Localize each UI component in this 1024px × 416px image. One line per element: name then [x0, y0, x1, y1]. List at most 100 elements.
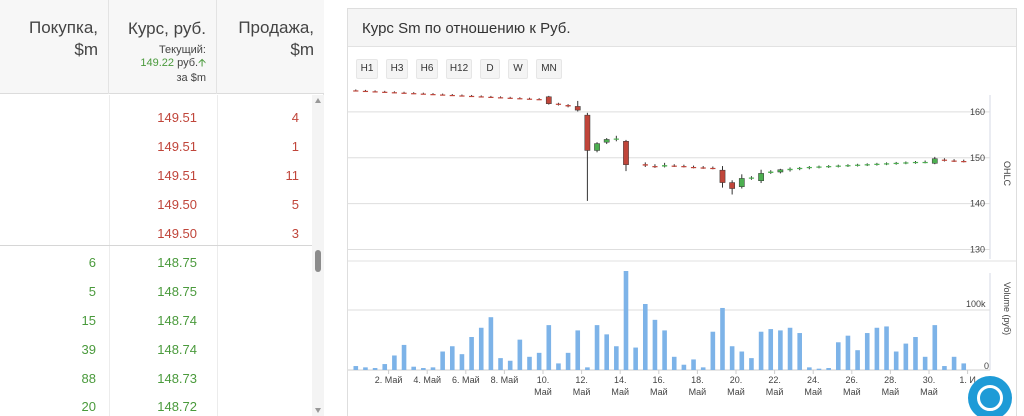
scroll-down-icon[interactable]: [315, 408, 321, 413]
candle-body: [372, 91, 378, 93]
candle-body: [478, 96, 484, 98]
candle-body: [690, 166, 697, 169]
volume-bar: [700, 367, 706, 370]
candle-body: [353, 90, 359, 92]
timeframe-button-d[interactable]: D: [480, 59, 500, 79]
sell-column-header[interactable]: Продажа, $m: [217, 0, 324, 94]
volume-bar: [633, 347, 638, 370]
volume-bar: [893, 351, 899, 370]
volume-bar: [922, 356, 928, 370]
candle-body: [459, 95, 465, 97]
candle-body: [574, 106, 581, 111]
volume-bar: [874, 327, 880, 370]
candle-body: [603, 139, 610, 143]
x-tick-label: 30.: [923, 375, 936, 385]
candle-body: [613, 138, 619, 140]
candle-body: [468, 95, 475, 98]
scrollbar-thumb[interactable]: [315, 250, 321, 272]
x-tick-label: 4. Май: [413, 375, 441, 385]
candle-body: [874, 163, 880, 165]
sell-header-line2: $m: [290, 40, 314, 59]
candle-body: [826, 166, 832, 168]
volume-bar: [710, 331, 716, 370]
bid-qty: 15: [81, 313, 96, 328]
candle-body: [787, 168, 793, 171]
candle-body: [661, 165, 668, 167]
bid-row[interactable]: 5 148.75: [0, 277, 312, 306]
bid-price: 148.75: [157, 284, 197, 299]
ask-qty: 1: [291, 139, 299, 154]
x-tick-label: 28.: [884, 375, 897, 385]
bid-row[interactable]: 15 148.74: [0, 306, 312, 335]
candle-body: [700, 167, 706, 169]
timeframe-button-h3[interactable]: H3: [386, 59, 408, 79]
ask-row[interactable]: 149.51 1: [0, 132, 312, 161]
x-tick-label: Май: [882, 387, 900, 397]
timeframe-button-w[interactable]: W: [508, 59, 528, 79]
candle-body: [941, 159, 948, 161]
column-divider: [217, 95, 218, 416]
timeframe-button-h6[interactable]: H6: [416, 59, 438, 79]
ask-qty: 4: [291, 110, 299, 125]
current-rate: 149.22 руб.🡩: [119, 57, 206, 70]
x-tick-label: Май: [534, 387, 552, 397]
candle-body: [401, 92, 407, 94]
ask-price: 149.50: [157, 226, 197, 241]
ask-row[interactable]: 149.51 4: [0, 103, 312, 132]
volume-tick-label: 0: [984, 361, 989, 371]
bid-row[interactable]: 6 148.75: [0, 248, 312, 277]
candle-body: [961, 161, 967, 163]
bid-row[interactable]: 88 148.73: [0, 364, 312, 393]
price-tick-label: 130: [970, 245, 985, 255]
volume-bar: [720, 307, 725, 370]
volume-bar: [826, 368, 831, 370]
scroll-up-icon[interactable]: [315, 98, 321, 103]
ask-row[interactable]: 149.51 11: [0, 161, 312, 190]
ask-row[interactable]: 149.50 5: [0, 190, 312, 219]
ask-row[interactable]: 149.50 3: [0, 219, 312, 248]
volume-bar: [691, 359, 696, 370]
volume-bar: [478, 327, 484, 370]
volume-bar: [421, 368, 426, 370]
order-book: Покупка, $m Курс, руб. Текущий: 149.22 р…: [0, 0, 324, 416]
ohlc-volume-chart[interactable]: 130 140 150 160 0 100k OHLC Volume (руб) 2. Май 4…: [348, 89, 1016, 416]
bid-sell-qty: [217, 277, 299, 306]
brand-logo[interactable]: [968, 376, 1012, 416]
bid-sell-qty: [217, 392, 299, 416]
candle-body: [845, 165, 851, 167]
candle-body: [903, 162, 909, 164]
timeframe-button-mn[interactable]: MN: [536, 59, 562, 79]
volume-bar: [392, 355, 397, 370]
timeframe-button-h12[interactable]: H12: [446, 59, 472, 79]
order-book-header: Покупка, $m Курс, руб. Текущий: 149.22 р…: [0, 0, 324, 94]
rate-column-header[interactable]: Курс, руб. Текущий: 149.22 руб.🡩 за $m: [109, 0, 217, 94]
candle-body: [671, 165, 677, 167]
bid-price: 148.74: [157, 342, 197, 357]
candle-body: [864, 164, 870, 166]
bid-price: 148.74: [157, 313, 197, 328]
buy-column-header[interactable]: Покупка, $m: [0, 0, 109, 94]
timeframe-button-h1[interactable]: H1: [356, 59, 378, 79]
volume-bar: [498, 358, 503, 370]
bid-row[interactable]: 39 148.74: [0, 335, 312, 364]
volume-bar: [681, 364, 687, 370]
volume-bar: [623, 271, 629, 370]
volume-bar: [942, 366, 947, 370]
arrow-up-icon: 🡩: [198, 57, 206, 69]
bid-qty: 5: [88, 284, 96, 299]
bid-qty: 39: [81, 342, 96, 357]
candle-body: [517, 98, 523, 100]
volume-bar: [488, 317, 494, 370]
rate-unit-note: за $m: [176, 72, 207, 84]
volume-bar: [749, 358, 754, 370]
x-tick-label: Май: [573, 387, 591, 397]
candle-body: [729, 182, 735, 189]
bid-row[interactable]: 20 148.72: [0, 392, 312, 416]
candle-body: [652, 166, 658, 168]
rate-chart-panel: Курс Sm по отношению к Руб. H1 H3 H6 H12…: [347, 8, 1017, 416]
candle-body: [681, 166, 687, 168]
candle-body: [835, 165, 841, 167]
candle-body: [912, 161, 919, 164]
x-tick-label: 16.: [653, 375, 666, 385]
volume-bar: [652, 319, 658, 370]
